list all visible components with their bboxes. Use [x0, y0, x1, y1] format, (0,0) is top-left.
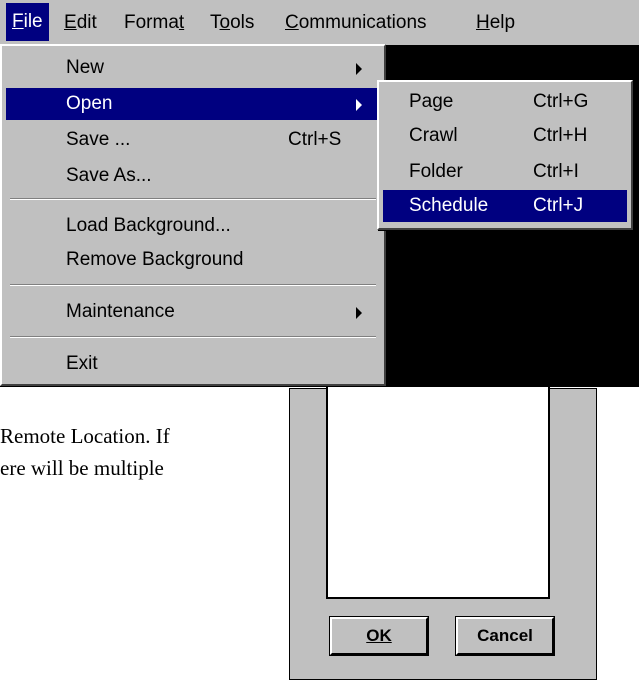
ok-button[interactable]: OK — [330, 617, 428, 655]
file-menu-item-save-as-label: Save As... — [66, 165, 152, 186]
shortcut-label: Ctrl+H — [533, 125, 588, 146]
open-submenu-item-folder[interactable]: Folder Ctrl+I — [383, 156, 627, 188]
menubar: File Edit Format Tools Communications He… — [0, 0, 639, 45]
list-dialog: OK Cancel — [289, 387, 597, 680]
file-menu-item-exit-label: Exit — [66, 353, 98, 374]
menu-format[interactable]: Format — [118, 8, 190, 38]
open-submenu: Page Ctrl+G Crawl Ctrl+H Folder Ctrl+I Sche… — [377, 80, 633, 230]
file-menu-item-new-label: New — [66, 57, 105, 78]
open-submenu-item-folder-label: Folder — [409, 161, 463, 182]
menu-edit[interactable]: Edit — [58, 8, 103, 38]
open-submenu-item-crawl-label: Crawl — [409, 125, 458, 146]
document-text-line-2: ere will be multiple — [0, 456, 164, 480]
file-menu: New Open Save ... Ctrl+S Save As... Load … — [0, 44, 386, 386]
file-menu-item-open[interactable]: Open — [6, 88, 380, 120]
menu-separator — [10, 198, 376, 200]
file-menu-item-load-background-label: Load Background... — [66, 215, 231, 236]
shortcut-label: Ctrl+S — [288, 129, 342, 150]
file-menu-item-save-label: Save ... — [66, 129, 131, 150]
submenu-arrow-icon — [356, 307, 362, 319]
file-menu-item-remove-background[interactable]: Remove Background — [6, 244, 380, 276]
file-menu-item-maintenance[interactable]: Maintenance — [6, 296, 380, 328]
file-menu-item-exit[interactable]: Exit — [6, 348, 380, 380]
shortcut-label: Ctrl+I — [533, 161, 579, 182]
menu-tools[interactable]: Tools — [204, 8, 260, 38]
file-menu-item-load-background[interactable]: Load Background... — [6, 210, 380, 242]
cancel-button[interactable]: Cancel — [456, 617, 554, 655]
file-menu-item-remove-background-label: Remove Background — [66, 249, 244, 270]
file-menu-item-maintenance-label: Maintenance — [66, 301, 175, 322]
file-menu-item-save-as[interactable]: Save As... — [6, 160, 380, 192]
open-submenu-item-page[interactable]: Page Ctrl+G — [383, 86, 627, 118]
open-submenu-item-schedule-label: Schedule — [409, 195, 489, 216]
submenu-arrow-icon — [356, 99, 362, 111]
open-submenu-item-page-label: Page — [409, 91, 454, 112]
shortcut-label: Ctrl+J — [533, 195, 584, 216]
document-text-line-1: Remote Location. If — [0, 424, 170, 448]
menu-communications[interactable]: Communications — [279, 8, 433, 38]
ok-button-label: OK — [366, 626, 392, 645]
submenu-arrow-icon — [356, 63, 362, 75]
open-submenu-item-schedule[interactable]: Schedule Ctrl+J — [383, 190, 627, 222]
menu-separator — [10, 336, 376, 338]
cancel-button-label: Cancel — [477, 626, 533, 645]
menu-separator — [10, 284, 376, 286]
file-menu-item-new[interactable]: New — [6, 52, 380, 84]
menu-file[interactable]: File — [6, 3, 49, 41]
menu-help[interactable]: Help — [470, 8, 521, 38]
shortcut-label: Ctrl+G — [533, 91, 589, 112]
file-menu-item-save[interactable]: Save ... Ctrl+S — [6, 124, 380, 156]
dialog-list-box[interactable] — [326, 387, 550, 599]
file-menu-item-open-label: Open — [66, 93, 113, 114]
open-submenu-item-crawl[interactable]: Crawl Ctrl+H — [383, 120, 627, 152]
